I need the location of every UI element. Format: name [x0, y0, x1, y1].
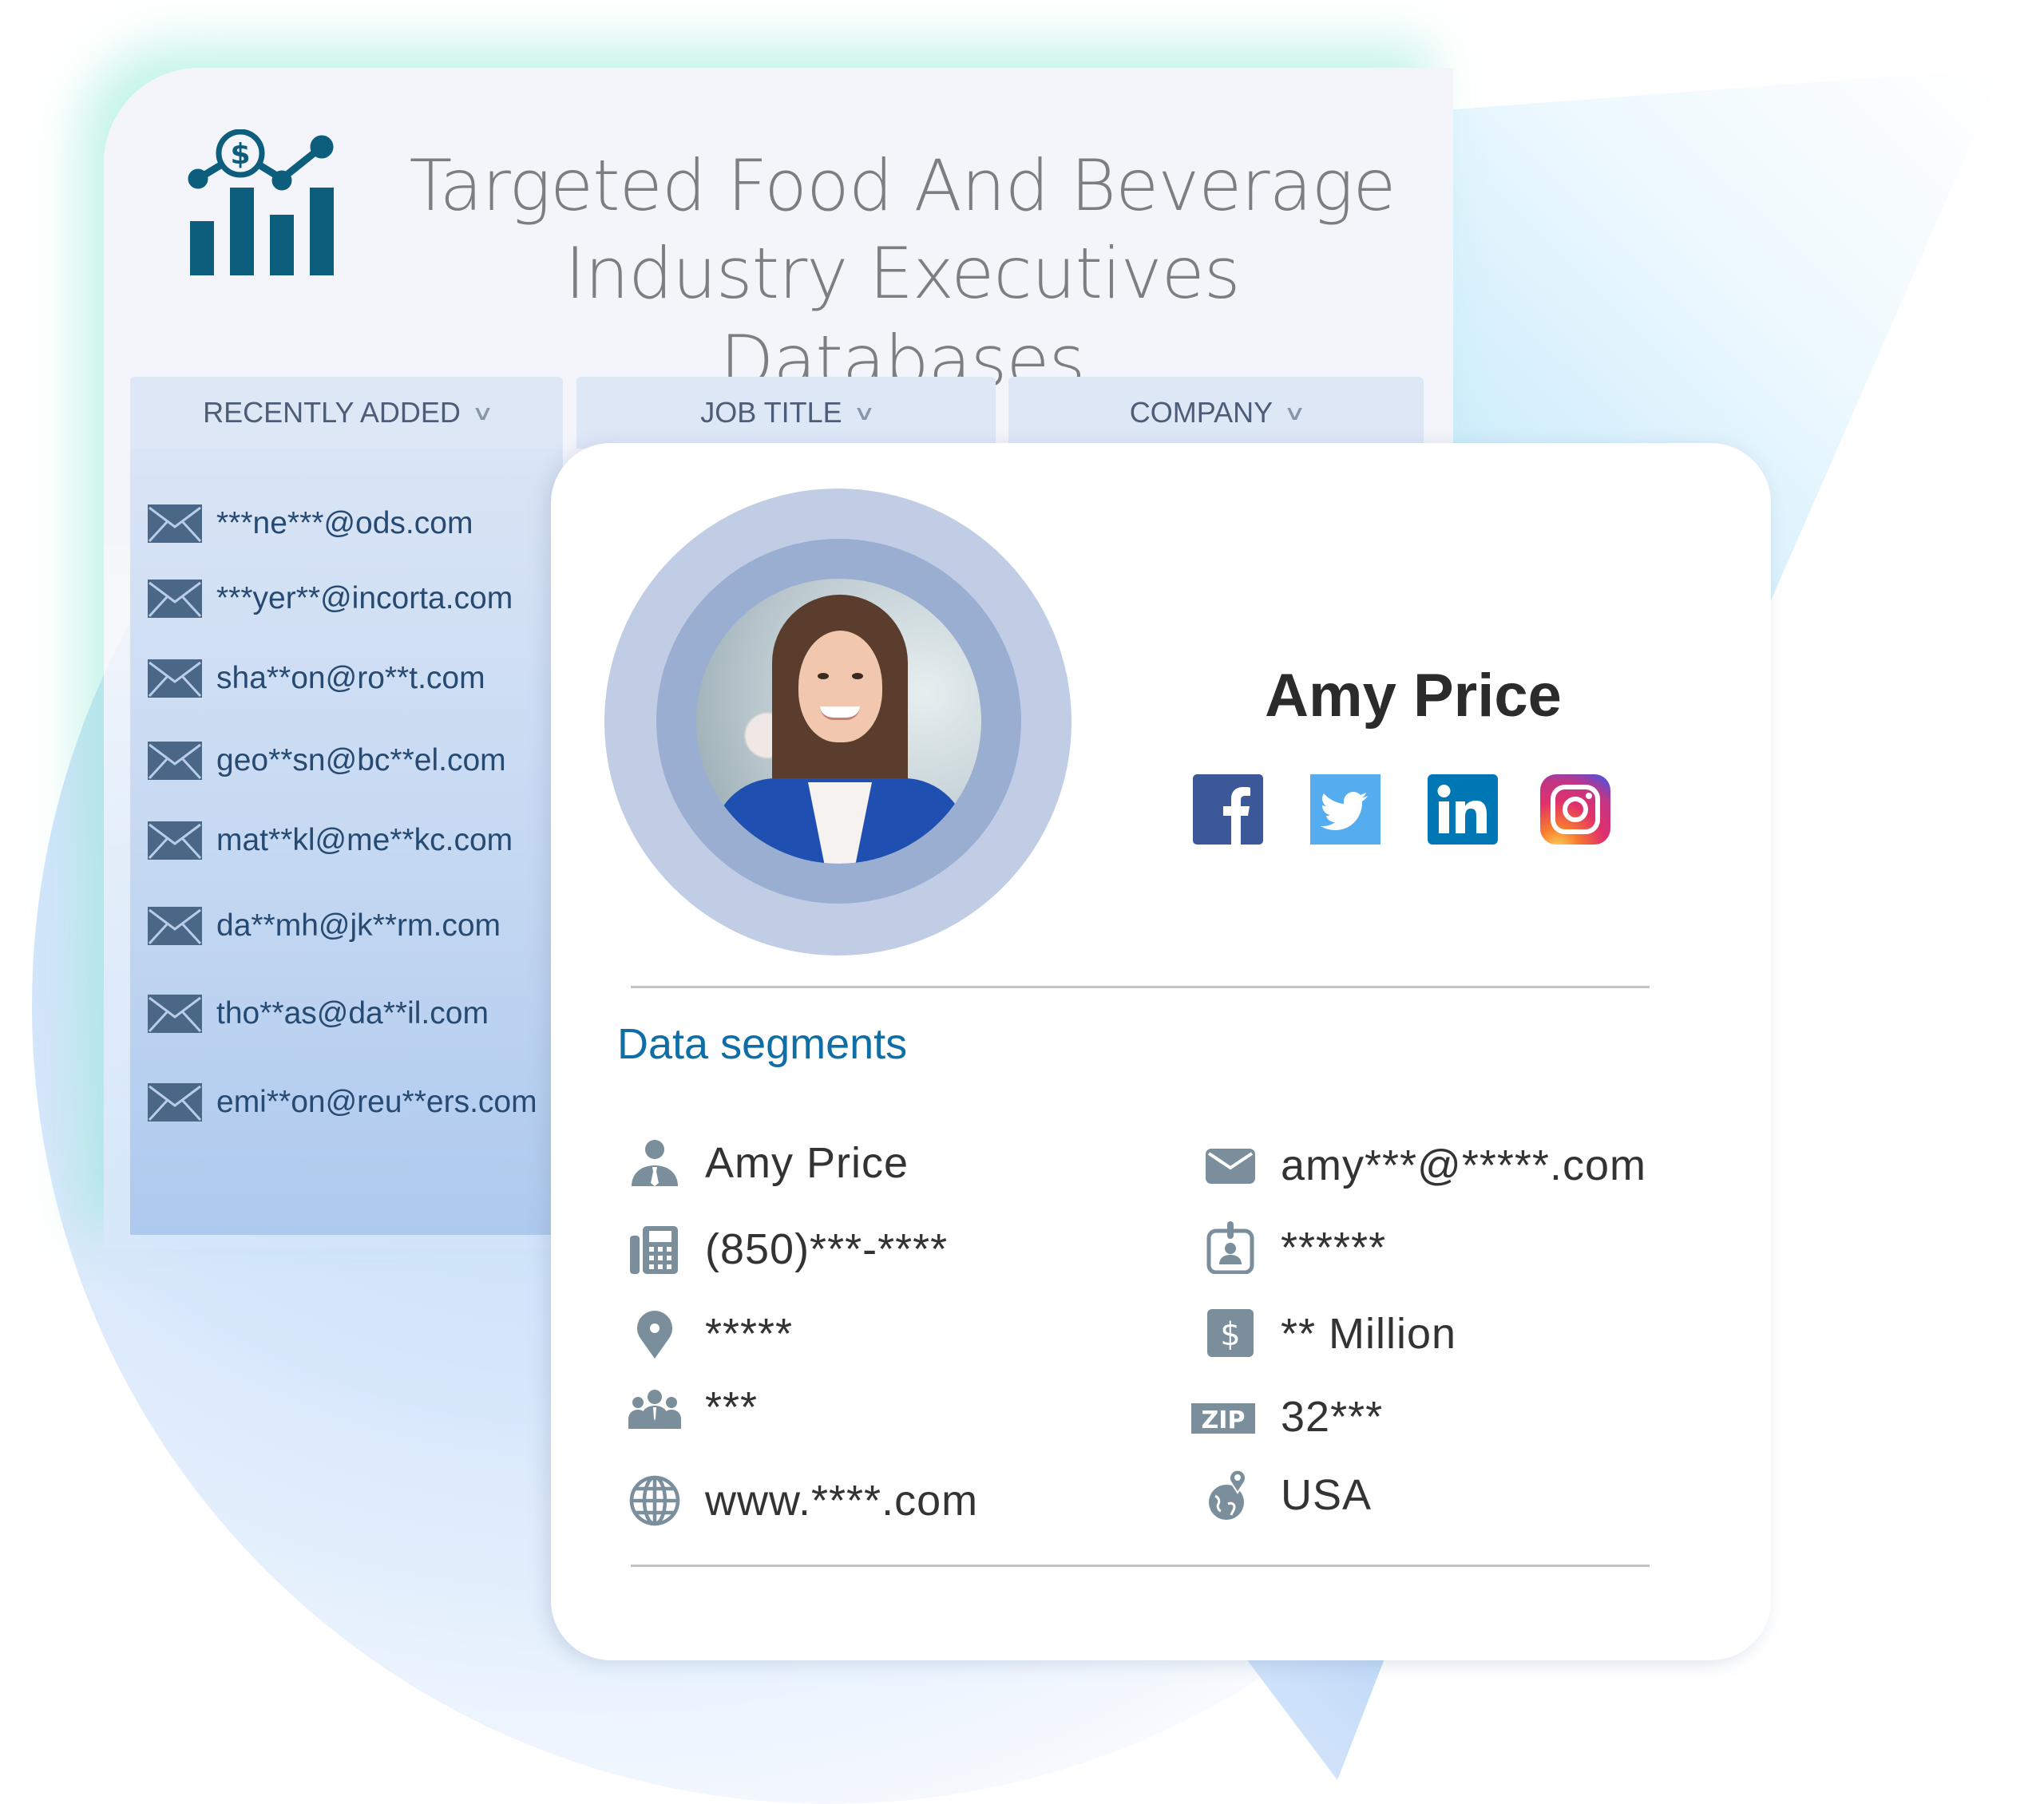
avatar [696, 579, 981, 864]
segment-value: ****** [1281, 1224, 1387, 1272]
envelope-icon [148, 742, 202, 780]
dollar-icon: $ [1207, 1309, 1254, 1357]
segment-value: USA [1281, 1471, 1373, 1519]
email-list-item[interactable]: mat**kl@me**kc.com [148, 818, 513, 863]
segments-title: Data segments [617, 1020, 908, 1068]
segment-value: (850)***-**** [705, 1225, 949, 1273]
segment-value: amy***@*****.com [1281, 1141, 1646, 1189]
svg-text:$: $ [1220, 1316, 1240, 1353]
email-text: da**mh@jk**rm.com [216, 908, 501, 943]
tab-company[interactable]: COMPANY ∨ [1008, 377, 1424, 449]
zip-icon: ZIP [1191, 1403, 1255, 1434]
chart-dollar-icon: $ [188, 129, 334, 275]
segment-value: www.****.com [705, 1477, 979, 1525]
linkedin-icon[interactable] [1428, 774, 1498, 845]
chevron-down-icon: ∨ [1283, 400, 1306, 425]
chevron-down-icon: ∨ [852, 400, 876, 425]
segment-location: ***** [628, 1306, 793, 1362]
email-list-item[interactable]: emi**on@reu**ers.com [148, 1080, 537, 1125]
envelope-icon [1206, 1149, 1255, 1184]
envelope-icon [148, 907, 202, 945]
profile-name: Amy Price [1265, 662, 1562, 730]
segment-revenue: $ ** Million [1204, 1306, 1456, 1362]
email-list-item[interactable]: sha**on@ro**t.com [148, 656, 485, 701]
phone-icon [630, 1226, 678, 1274]
globe-pin-icon [1209, 1469, 1246, 1520]
globe-icon [629, 1475, 680, 1526]
facebook-icon[interactable] [1193, 774, 1263, 845]
segment-country: USA [1204, 1467, 1372, 1523]
tab-label: JOB TITLE [700, 396, 842, 429]
email-list-item[interactable]: da**mh@jk**rm.com [148, 904, 501, 948]
group-icon [628, 1390, 681, 1429]
svg-text:ZIP: ZIP [1202, 1406, 1246, 1434]
envelope-icon [148, 1083, 202, 1122]
instagram-icon[interactable] [1540, 774, 1610, 845]
segment-value: 32*** [1281, 1393, 1384, 1441]
email-list-item[interactable]: tho**as@da**il.com [148, 991, 489, 1036]
segment-phone: (850)***-**** [628, 1221, 948, 1277]
segment-value: *** [705, 1383, 759, 1431]
email-list-item[interactable]: ***yer**@incorta.com [148, 576, 513, 621]
envelope-icon [148, 659, 202, 698]
email-text: ***ne***@ods.com [216, 506, 473, 540]
email-text: sha**on@ro**t.com [216, 661, 485, 695]
divider [631, 986, 1650, 988]
email-text: ***yer**@incorta.com [216, 581, 513, 615]
envelope-icon [148, 504, 202, 543]
location-pin-icon [637, 1311, 672, 1359]
segment-value: ***** [705, 1310, 794, 1358]
email-text: tho**as@da**il.com [216, 996, 489, 1031]
tab-label: RECENTLY ADDED [203, 396, 461, 429]
envelope-icon [148, 580, 202, 618]
email-list-item[interactable]: geo**sn@bc**el.com [148, 738, 506, 783]
segment-job-id: ****** [1204, 1220, 1386, 1276]
email-list-item[interactable]: ***ne***@ods.com [148, 501, 473, 546]
email-text: geo**sn@bc**el.com [216, 743, 506, 777]
id-badge-icon [1206, 1221, 1254, 1274]
email-text: mat**kl@me**kc.com [216, 823, 513, 857]
title-line-1: Targeted Food And Beverage [409, 144, 1396, 227]
email-text: emi**on@reu**ers.com [216, 1085, 537, 1119]
segment-zip: ZIP 32*** [1190, 1389, 1383, 1445]
tab-recently-added[interactable]: RECENTLY ADDED ∨ [130, 377, 563, 449]
segment-value: Amy Price [705, 1139, 909, 1187]
segment-website: www.****.com [628, 1473, 978, 1529]
divider [631, 1565, 1650, 1567]
chevron-down-icon: ∨ [471, 400, 494, 425]
segment-name: Amy Price [628, 1135, 909, 1191]
segment-value: ** Million [1281, 1310, 1457, 1358]
twitter-icon[interactable] [1310, 774, 1380, 845]
svg-text:$: $ [230, 138, 250, 171]
tab-label: COMPANY [1129, 396, 1274, 429]
envelope-icon [148, 995, 202, 1033]
page-title: Targeted Food And Beverage Industry Exec… [403, 142, 1401, 406]
tab-job-title[interactable]: JOB TITLE ∨ [576, 377, 996, 449]
segment-email: amy***@*****.com [1204, 1137, 1646, 1193]
envelope-icon [148, 821, 202, 860]
segment-employees: *** [628, 1379, 758, 1435]
person-icon [632, 1140, 678, 1186]
